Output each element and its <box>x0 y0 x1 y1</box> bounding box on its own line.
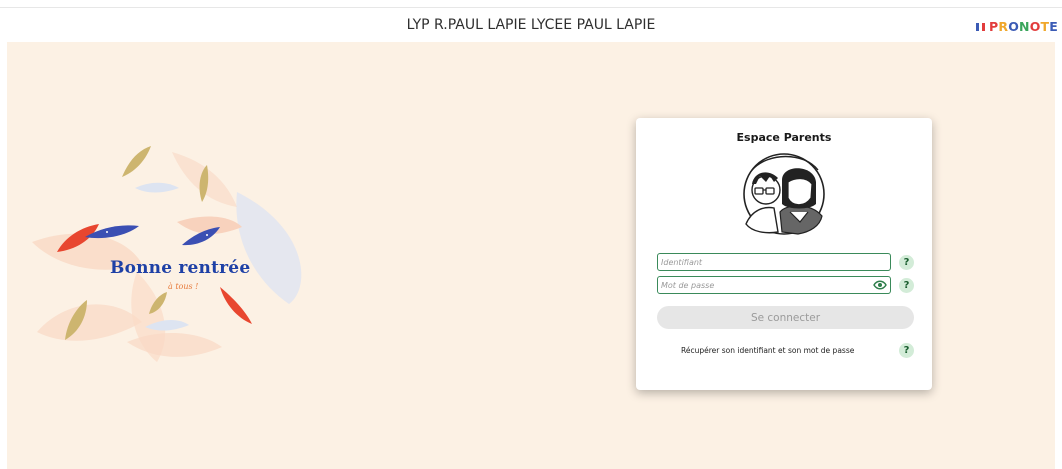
pronote-logo[interactable]: PRONOTE <box>976 19 1058 34</box>
recover-help-button[interactable]: ? <box>899 343 914 358</box>
pronote-letter: N <box>1019 19 1030 34</box>
pronote-wordmark: PRONOTE <box>989 19 1058 34</box>
password-help-button[interactable]: ? <box>899 278 914 293</box>
password-input[interactable] <box>657 276 891 294</box>
french-flag-icon <box>976 23 985 31</box>
username-help-button[interactable]: ? <box>899 255 914 270</box>
recover-credentials-link[interactable]: Récupérer son identifiant et son mot de … <box>681 346 854 355</box>
welcome-subtitle: à tous ! <box>168 282 199 291</box>
username-input[interactable] <box>657 253 891 271</box>
pronote-letter: O <box>1008 19 1020 34</box>
eye-icon[interactable] <box>873 279 887 291</box>
pronote-letter: R <box>998 19 1009 34</box>
welcome-title: Bonne rentrée <box>110 258 251 278</box>
pronote-letter: O <box>1029 19 1041 34</box>
login-title: Espace Parents <box>736 131 832 144</box>
pronote-letter: T <box>1040 19 1050 34</box>
school-title: LYP R.PAUL LAPIE LYCEE PAUL LAPIE <box>406 17 656 33</box>
header-bar: LYP R.PAUL LAPIE LYCEE PAUL LAPIE PRONOT… <box>0 7 1062 42</box>
pronote-letter: E <box>1049 19 1059 34</box>
login-card: Espace Parents ? ? Se connecter Récupére… <box>636 118 932 390</box>
parents-avatar-icon <box>743 153 825 235</box>
connect-button[interactable]: Se connecter <box>657 306 914 329</box>
leaves-illustration <box>32 146 302 362</box>
pronote-letter: P <box>989 19 999 34</box>
